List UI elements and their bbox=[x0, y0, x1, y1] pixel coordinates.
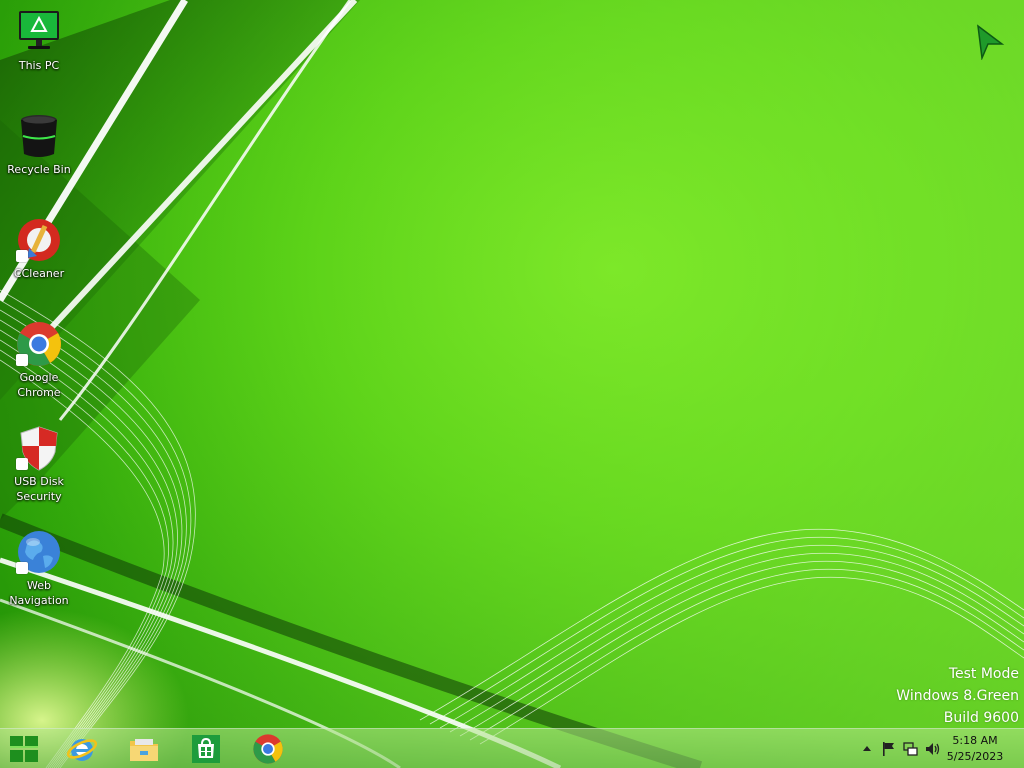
desktop-icon-recycle-bin[interactable]: Recycle Bin bbox=[4, 112, 74, 177]
desktop-icon-label: Web Navigation bbox=[9, 579, 69, 607]
taskbar-google-chrome[interactable] bbox=[248, 731, 288, 767]
flag-icon bbox=[883, 742, 894, 756]
desktop[interactable]: This PC Recycle Bin CCleaner Google Chro… bbox=[0, 0, 1024, 768]
desktop-icon-label: CCleaner bbox=[13, 267, 65, 280]
file-explorer-icon bbox=[130, 739, 158, 761]
taskbar-store[interactable] bbox=[186, 731, 226, 767]
system-tray: 5:18 AM 5/25/2023 bbox=[834, 729, 1024, 768]
show-hidden-icons-button[interactable] bbox=[858, 740, 876, 758]
desktop-icon-web-navigation[interactable]: Web Navigation bbox=[4, 528, 74, 608]
desktop-icon-label: Google Chrome bbox=[17, 371, 61, 399]
taskbar-file-explorer[interactable] bbox=[124, 731, 164, 767]
shortcut-arrow-icon bbox=[16, 250, 28, 262]
clock-time: 5:18 AM bbox=[952, 734, 998, 747]
watermark-line: Windows 8.Green bbox=[896, 688, 1019, 704]
chevron-up-icon bbox=[863, 746, 871, 751]
network-button[interactable] bbox=[902, 740, 920, 758]
desktop-icon-label: Recycle Bin bbox=[7, 163, 71, 176]
store-icon bbox=[192, 735, 220, 763]
desktop-icon-ccleaner[interactable]: CCleaner bbox=[4, 216, 74, 281]
watermark-line: Test Mode bbox=[948, 666, 1019, 682]
wallpaper bbox=[0, 0, 1024, 768]
taskbar-clock[interactable]: 5:18 AM 5/25/2023 bbox=[940, 733, 1010, 765]
desktop-icon-this-pc[interactable]: This PC bbox=[4, 8, 74, 73]
desktop-icon-label: USB Disk Security bbox=[14, 475, 64, 503]
desktop-icon-google-chrome[interactable]: Google Chrome bbox=[4, 320, 74, 400]
shortcut-arrow-icon bbox=[16, 354, 28, 366]
action-center-button[interactable] bbox=[880, 740, 898, 758]
clock-date: 5/25/2023 bbox=[946, 750, 1004, 763]
chrome-icon bbox=[15, 320, 63, 368]
shortcut-arrow-icon bbox=[16, 458, 28, 470]
shortcut-arrow-icon bbox=[16, 562, 28, 574]
ccleaner-icon bbox=[15, 216, 63, 264]
chrome-icon bbox=[253, 734, 283, 764]
arrow-pointer-icon bbox=[977, 24, 1005, 60]
recycle-bin-icon bbox=[15, 112, 63, 160]
globe-icon bbox=[15, 528, 63, 576]
taskbar: 5:18 AM 5/25/2023 bbox=[0, 728, 1024, 768]
taskbar-internet-explorer[interactable] bbox=[62, 731, 102, 767]
watermark-line: Build 9600 bbox=[943, 710, 1019, 726]
computer-monitor-icon bbox=[15, 8, 63, 56]
network-icon bbox=[903, 742, 918, 756]
start-button[interactable] bbox=[4, 731, 44, 767]
test-mode-watermark: Test Mode Windows 8.Green Build 9600 bbox=[896, 663, 1019, 729]
internet-explorer-icon bbox=[66, 739, 98, 761]
desktop-icon-label: This PC bbox=[18, 59, 60, 72]
windows-start-icon bbox=[10, 736, 38, 762]
desktop-icon-usb-disk-security[interactable]: USB Disk Security bbox=[4, 424, 74, 504]
shield-icon bbox=[15, 424, 63, 472]
